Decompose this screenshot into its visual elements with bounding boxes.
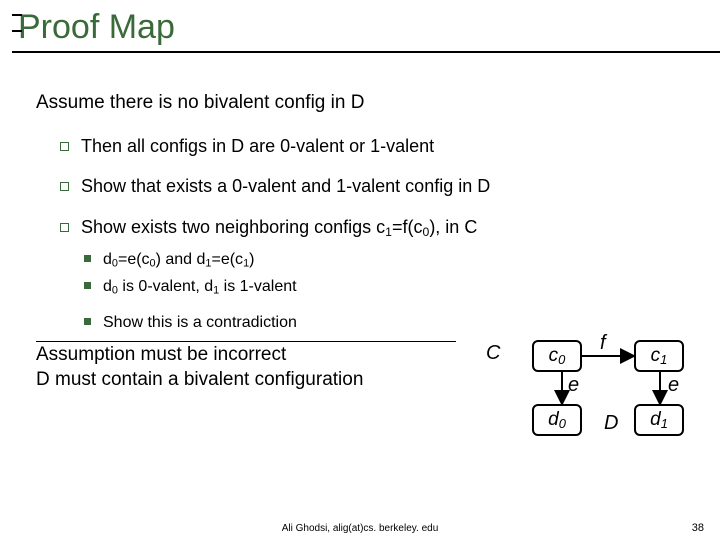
assumption-line: Assume there is no bivalent config in D <box>36 91 702 115</box>
square-bullet-icon <box>60 223 69 232</box>
slide-title: Proof Map <box>18 8 720 51</box>
bullet-2: Show that exists a 0-valent and 1-valent… <box>60 175 702 198</box>
closing-block: Assumption must be incorrect D must cont… <box>36 341 456 393</box>
t: d <box>103 251 112 268</box>
diagram: C c0 f c1 e e d0 D d1 <box>482 336 712 456</box>
square-bullet-icon <box>60 142 69 151</box>
closing-line-2: D must contain a bivalent configuration <box>36 367 456 393</box>
footer-author: Ali Ghodsi, alig(at)cs. berkeley. edu <box>282 523 439 534</box>
t: d <box>650 409 661 430</box>
edge-f: f <box>600 332 606 355</box>
bullet-1-text: Then all configs in D are 0-valent or 1-… <box>81 136 434 156</box>
subbullet-1: d0=e(c0) and d1=e(c1) <box>84 250 702 271</box>
node-c1: c1 <box>634 340 684 372</box>
t: c <box>549 345 559 366</box>
edge-e-left: e <box>568 374 579 397</box>
bullet-3: Show exists two neighboring configs c1=f… <box>60 216 702 240</box>
bullet-3-mid: =f(c <box>392 217 423 237</box>
solid-bullet-icon <box>84 255 91 262</box>
solid-bullet-icon <box>84 318 91 325</box>
square-bullet-icon <box>60 182 69 191</box>
t: is 0-valent, d <box>118 278 213 295</box>
t: 1 <box>660 352 667 367</box>
bullet-3-post: ), in C <box>429 217 477 237</box>
label-C: C <box>486 342 500 365</box>
t: 0 <box>559 416 566 431</box>
node-d1: d1 <box>634 404 684 436</box>
closing-line-1: Assumption must be incorrect <box>36 342 456 368</box>
subbullet-2: d0 is 0-valent, d1 is 1-valent <box>84 277 702 298</box>
t: =e(c <box>211 251 243 268</box>
label-D: D <box>604 412 618 435</box>
t: 1 <box>661 416 668 431</box>
t: d <box>103 278 112 295</box>
edge-e-right: e <box>668 374 679 397</box>
subbullet-3: Show this is a contradiction <box>84 313 702 333</box>
node-c0: c0 <box>532 340 582 372</box>
bullet-3-pre: Show exists two neighboring configs c <box>81 217 385 237</box>
node-d0: d0 <box>532 404 582 436</box>
bullet-1: Then all configs in D are 0-valent or 1-… <box>60 135 702 158</box>
t: ) and d <box>156 251 206 268</box>
t: c <box>651 345 661 366</box>
page-number: 38 <box>692 522 704 534</box>
t: ) <box>249 251 254 268</box>
solid-bullet-icon <box>84 282 91 289</box>
t: =e(c <box>118 251 150 268</box>
bullet-2-text: Show that exists a 0-valent and 1-valent… <box>81 176 490 196</box>
t: d <box>548 409 559 430</box>
subbullet-3-text: Show this is a contradiction <box>103 314 297 331</box>
t: is 1-valent <box>219 278 296 295</box>
t: 0 <box>558 352 565 367</box>
